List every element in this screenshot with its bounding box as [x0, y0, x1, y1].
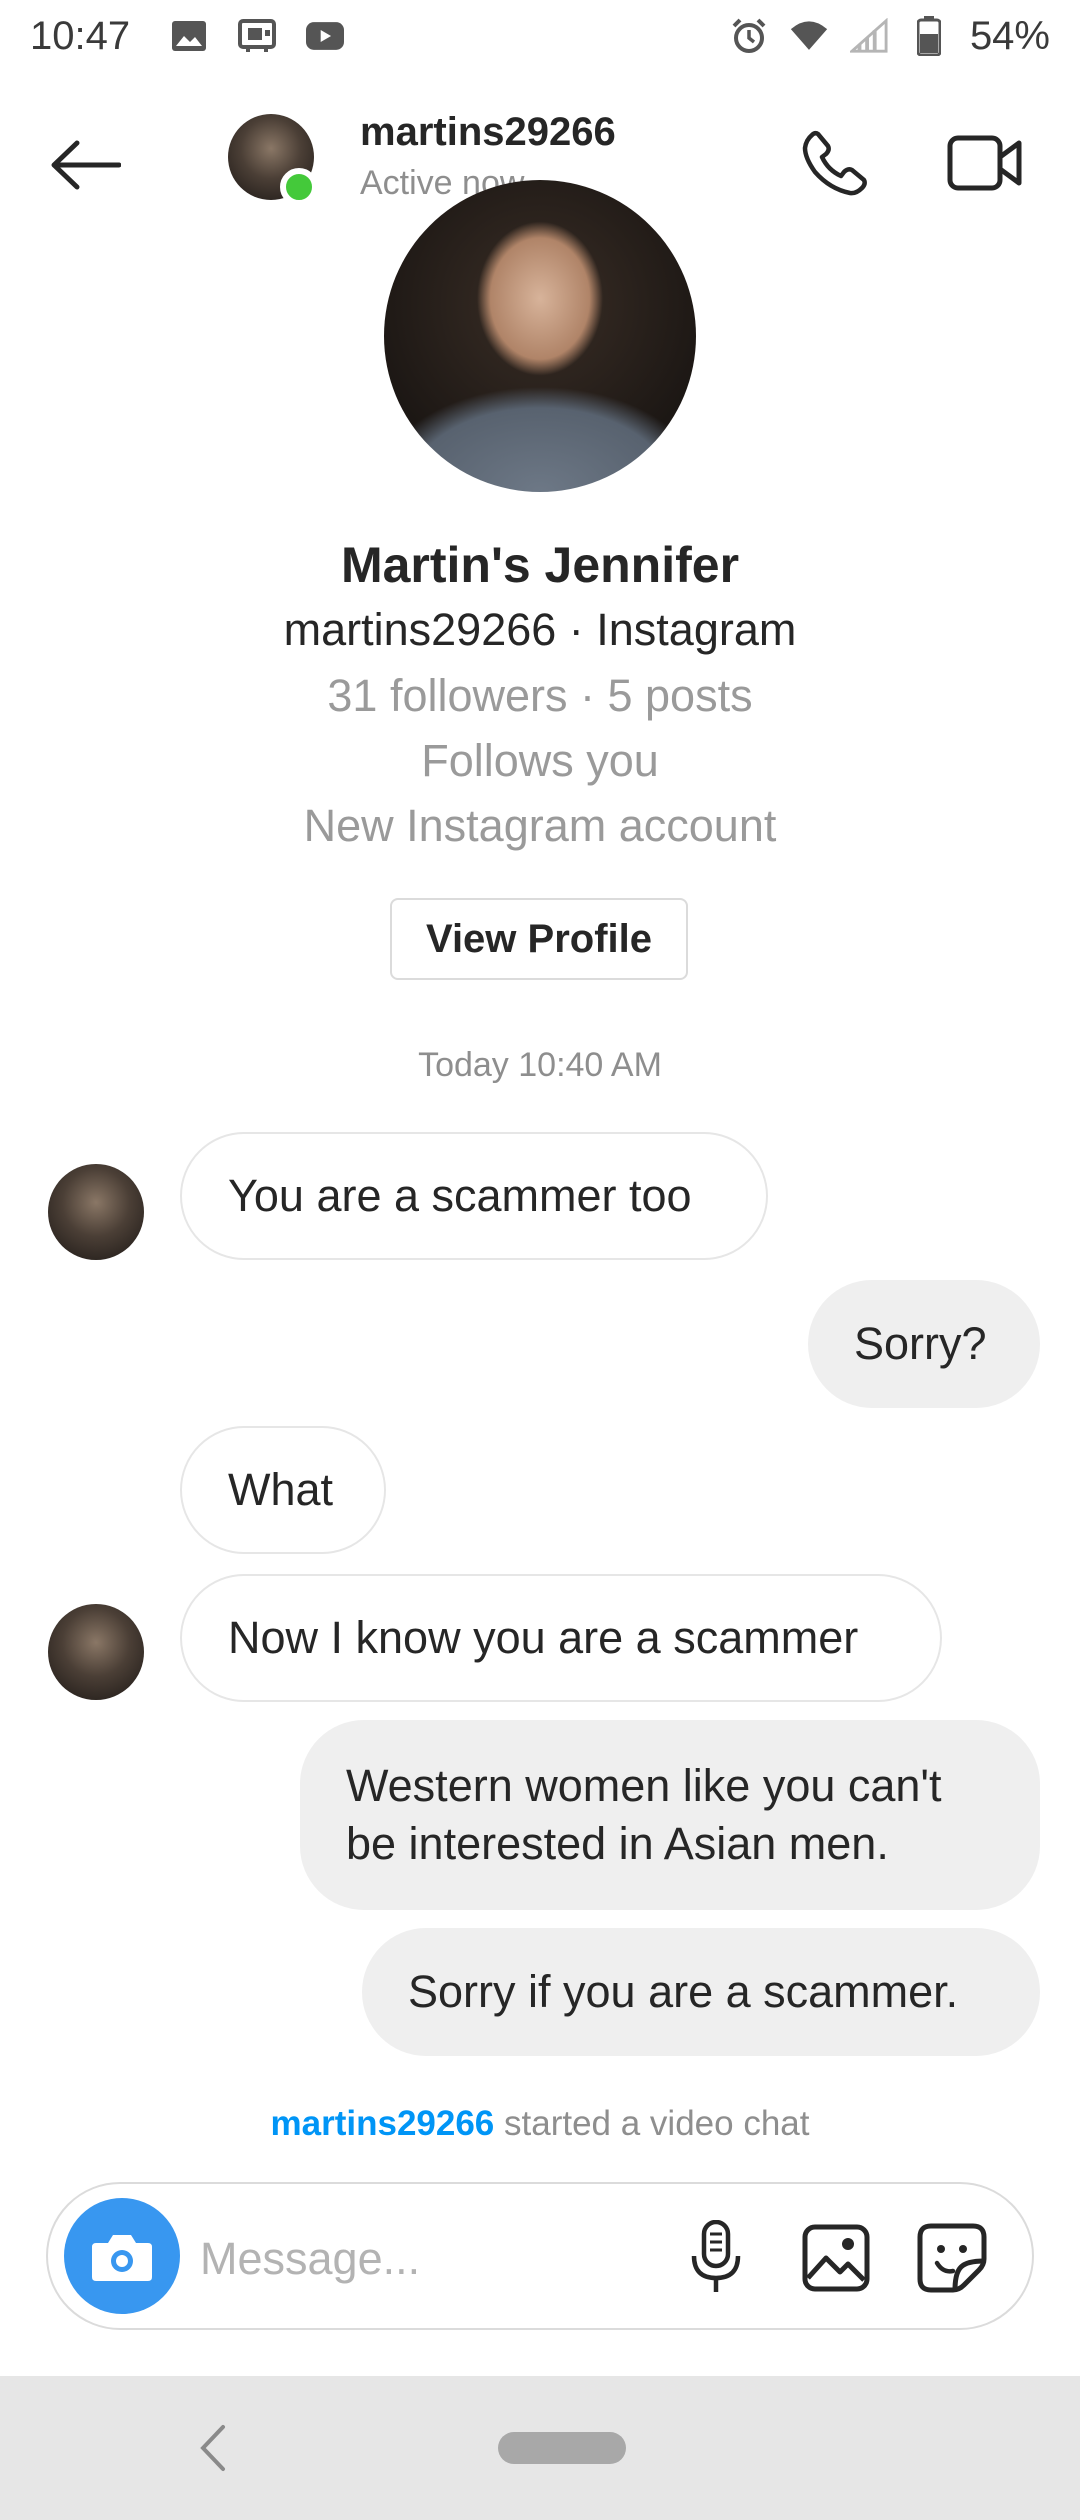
camera-button[interactable]	[64, 2198, 180, 2314]
cast-icon	[238, 17, 277, 55]
message-composer	[46, 2182, 1034, 2330]
incoming-message[interactable]: Now I know you are a scammer	[180, 1574, 942, 1702]
microphone-icon	[691, 2220, 741, 2292]
camera-icon	[92, 2235, 152, 2281]
chevron-left-icon	[200, 2425, 225, 2471]
video-camera-icon	[947, 135, 1022, 191]
image-icon	[170, 17, 208, 55]
message-input[interactable]	[200, 2224, 640, 2294]
voice-message-button[interactable]	[676, 2218, 756, 2298]
video-call-button[interactable]	[940, 118, 1030, 208]
online-indicator	[280, 168, 318, 206]
status-time: 10:47	[30, 13, 131, 58]
video-chat-text: started a video chat	[504, 2104, 810, 2143]
outgoing-message[interactable]: Sorry if you are a scammer.	[362, 1928, 1040, 2056]
battery-icon	[910, 16, 948, 56]
system-home-pill[interactable]	[498, 2432, 626, 2464]
sticker-button[interactable]	[912, 2218, 992, 2298]
outgoing-message[interactable]: Sorry?	[808, 1280, 1040, 1408]
video-chat-username[interactable]: martins29266	[271, 2104, 495, 2143]
system-back-button[interactable]	[180, 2416, 244, 2480]
profile-handle: martins29266 · Instagram	[283, 604, 797, 655]
gallery-button[interactable]	[796, 2218, 876, 2298]
header-username[interactable]: martins29266	[360, 110, 616, 155]
system-navigation-bar	[0, 2376, 1080, 2520]
incoming-message[interactable]: What	[180, 1426, 386, 1554]
alarm-icon	[730, 17, 768, 55]
conversation-timestamp: Today 10:40 AM	[418, 1046, 662, 1084]
profile-photo[interactable]	[384, 180, 696, 492]
youtube-icon	[306, 17, 345, 55]
profile-stats: 31 followers · 5 posts	[327, 670, 753, 721]
back-button[interactable]	[40, 130, 130, 200]
voice-call-button[interactable]	[790, 118, 880, 208]
wifi-icon	[790, 17, 828, 55]
profile-display-name: Martin's Jennifer	[340, 537, 740, 593]
signal-icon	[849, 17, 888, 55]
gallery-icon	[802, 2224, 870, 2292]
back-arrow-icon	[51, 140, 121, 190]
sender-avatar[interactable]	[48, 1164, 144, 1260]
profile-follows-you: Follows you	[421, 735, 659, 786]
status-bar: 10:47 54%	[0, 0, 1080, 72]
profile-new-account: New Instagram account	[303, 800, 777, 851]
video-chat-notice: martins29266 started a video chat	[0, 2104, 1080, 2144]
phone-icon	[802, 130, 867, 196]
incoming-message[interactable]: You are a scammer too	[180, 1132, 768, 1260]
view-profile-button[interactable]: View Profile	[390, 898, 688, 980]
sticker-icon	[917, 2223, 987, 2293]
battery-percent: 54%	[969, 13, 1050, 58]
sender-avatar[interactable]	[48, 1604, 144, 1700]
outgoing-message[interactable]: Western women like you can't be interest…	[300, 1720, 1040, 1910]
